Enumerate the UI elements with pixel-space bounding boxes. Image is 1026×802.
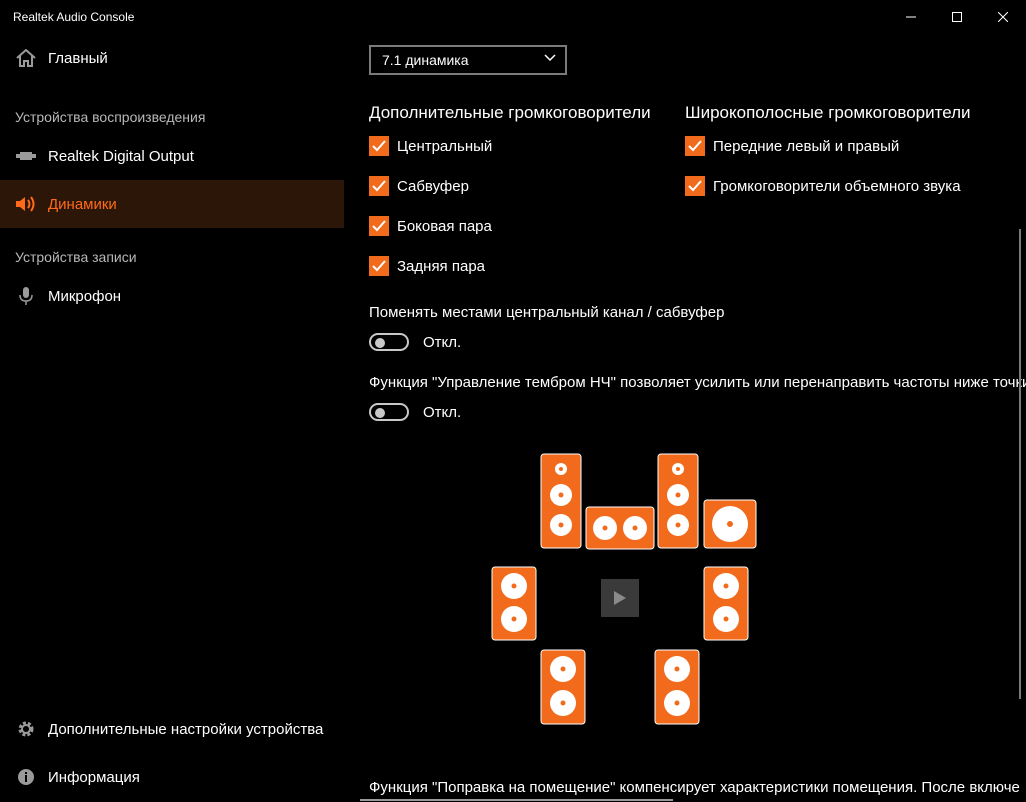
speaker-rear-right[interactable]	[654, 649, 700, 725]
toggle-switch[interactable]	[369, 403, 409, 421]
sidebar-item-label: Realtek Digital Output	[48, 147, 194, 165]
bass-management-toggle[interactable]: Откл.	[369, 401, 461, 423]
swap-center-sub-label: Поменять местами центральный канал / саб…	[369, 304, 725, 321]
checkbox-surround[interactable]: Громкоговорители объемного звука	[685, 175, 961, 197]
checkmark-icon	[369, 176, 389, 196]
sidebar-item-speakers[interactable]: Динамики	[0, 180, 344, 228]
speaker-icon	[15, 193, 37, 215]
app-title: Realtek Audio Console	[13, 10, 135, 24]
sidebar-item-info[interactable]: Информация	[0, 753, 344, 801]
swap-center-sub-toggle[interactable]: Откл.	[369, 331, 461, 353]
maximize-button[interactable]	[934, 0, 980, 34]
sidebar: Главный Устройства воспроизведения Realt…	[0, 34, 344, 802]
sidebar-item-microphone[interactable]: Микрофон	[0, 272, 344, 320]
sidebar-item-digital-output[interactable]: Realtek Digital Output	[0, 132, 344, 180]
checkbox-center[interactable]: Центральный	[369, 135, 492, 157]
room-correction-label: Функция "Поправка на помещение" компенси…	[369, 779, 1020, 796]
speaker-side-right[interactable]	[703, 566, 749, 641]
speaker-side-left[interactable]	[491, 566, 537, 641]
recording-devices-header: Устройства записи	[15, 249, 137, 265]
sidebar-item-main[interactable]: Главный	[0, 34, 344, 82]
checkmark-icon	[369, 256, 389, 276]
gear-icon	[15, 718, 37, 740]
sidebar-item-label: Дополнительные настройки устройства	[48, 720, 324, 738]
toggle-state: Откл.	[423, 403, 462, 421]
checkbox-subwoofer[interactable]: Сабвуфер	[369, 175, 469, 197]
checkbox-label: Передние левый и правый	[713, 137, 900, 155]
toggle-state: Откл.	[423, 333, 462, 351]
horizontal-scrollbar[interactable]	[360, 799, 673, 801]
dropdown-value: 7.1 динамика	[382, 52, 469, 68]
speaker-config-dropdown[interactable]: 7.1 динамика	[369, 45, 567, 75]
checkbox-front-lr[interactable]: Передние левый и правый	[685, 135, 899, 157]
sidebar-item-label: Микрофон	[48, 287, 122, 305]
maximize-icon	[952, 12, 962, 22]
checkbox-label: Задняя пара	[397, 257, 486, 275]
checkmark-icon	[369, 216, 389, 236]
bass-management-label: Функция "Управление тембром НЧ" позволяе…	[369, 374, 1026, 391]
info-icon	[15, 766, 37, 788]
checkmark-icon	[685, 176, 705, 196]
checkbox-label: Боковая пара	[397, 217, 492, 235]
checkmark-icon	[685, 136, 705, 156]
toggle-knob	[375, 338, 385, 348]
speaker-center[interactable]	[585, 506, 655, 550]
minimize-button[interactable]	[888, 0, 934, 34]
title-bar: Realtek Audio Console	[0, 0, 1026, 34]
speaker-rear-left[interactable]	[540, 649, 586, 725]
minimize-icon	[906, 16, 916, 18]
speaker-front-left[interactable]	[540, 453, 582, 549]
playback-devices-header: Устройства воспроизведения	[15, 109, 206, 125]
home-icon	[15, 47, 37, 69]
checkmark-icon	[369, 136, 389, 156]
vertical-scrollbar[interactable]	[1019, 229, 1021, 699]
play-icon	[614, 591, 626, 605]
checkbox-label: Центральный	[397, 137, 493, 155]
sidebar-item-label: Динамики	[48, 195, 117, 213]
chevron-down-icon	[544, 54, 556, 62]
sidebar-item-label: Информация	[48, 768, 140, 786]
microphone-icon	[15, 285, 37, 307]
checkbox-label: Громкоговорители объемного звука	[713, 177, 961, 195]
sidebar-item-label: Главный	[48, 49, 108, 67]
close-icon	[998, 12, 1008, 22]
speaker-subwoofer[interactable]	[703, 499, 757, 549]
close-button[interactable]	[980, 0, 1026, 34]
toggle-knob	[375, 408, 385, 418]
checkbox-label: Сабвуфер	[397, 177, 469, 195]
digital-output-icon	[15, 145, 37, 167]
checkbox-side-pair[interactable]: Боковая пара	[369, 215, 492, 237]
extra-speakers-title: Дополнительные громкоговорители	[369, 103, 651, 122]
test-play-button[interactable]	[601, 579, 639, 617]
sidebar-item-advanced-settings[interactable]: Дополнительные настройки устройства	[0, 705, 344, 753]
toggle-switch[interactable]	[369, 333, 409, 351]
main-panel: 7.1 динамика Дополнительные громкоговори…	[344, 34, 1026, 802]
fullrange-speakers-title: Широкополосные громкоговорители	[685, 103, 971, 122]
checkbox-rear-pair[interactable]: Задняя пара	[369, 255, 485, 277]
speaker-front-right[interactable]	[657, 453, 699, 549]
